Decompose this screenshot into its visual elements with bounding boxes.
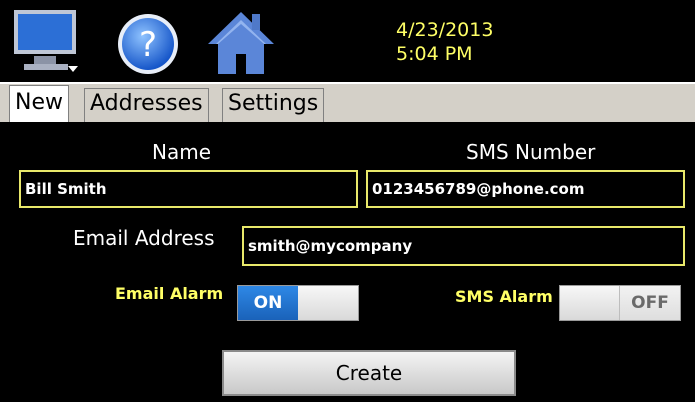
toggle-knob	[298, 286, 358, 320]
date-text: 4/23/2013	[396, 19, 494, 41]
tab-addresses[interactable]: Addresses	[84, 88, 209, 122]
email-alarm-label: Email Alarm	[115, 284, 224, 303]
tab-new[interactable]: New	[9, 85, 69, 122]
time-text: 5:04 PM	[396, 43, 473, 65]
sms-number-field[interactable]	[366, 170, 685, 208]
sms-alarm-label: SMS Alarm	[455, 287, 553, 306]
tab-bar: New Addresses Settings	[0, 82, 695, 122]
sms-alarm-toggle[interactable]: OFF	[559, 285, 681, 321]
monitor-icon[interactable]	[12, 6, 82, 78]
email-address-field[interactable]	[242, 226, 685, 266]
home-icon[interactable]	[204, 6, 278, 78]
svg-text:?: ?	[139, 25, 157, 65]
toggle-knob	[560, 286, 620, 320]
new-contact-panel: Name SMS Number Email Address Email Alar…	[0, 122, 695, 402]
create-button[interactable]: Create	[222, 350, 516, 396]
sms-alarm-state: OFF	[619, 286, 680, 320]
name-field[interactable]	[19, 170, 358, 208]
name-label: Name	[152, 140, 212, 164]
email-address-label: Email Address	[73, 226, 215, 250]
help-icon[interactable]: ?	[112, 6, 184, 78]
email-alarm-state: ON	[238, 286, 298, 320]
email-alarm-toggle[interactable]: ON	[237, 285, 359, 321]
top-toolbar: ? 4/23/2013 5:04 PM	[0, 0, 695, 82]
sms-number-label: SMS Number	[466, 140, 596, 164]
datetime-display: 4/23/2013 5:04 PM	[396, 18, 493, 66]
tab-settings[interactable]: Settings	[222, 88, 325, 122]
